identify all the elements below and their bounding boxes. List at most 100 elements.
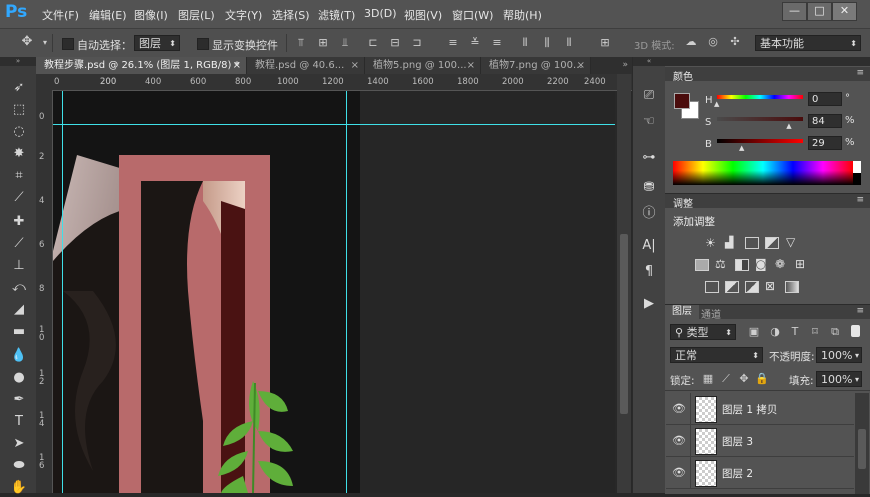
toolbar-collapse-icon[interactable]: » <box>0 57 36 66</box>
distribute-right-icon[interactable]: ⦀ <box>562 37 576 49</box>
history-brush-tool-icon[interactable]: ⤺ <box>9 279 29 297</box>
filter-adjustment-icon[interactable]: ◑ <box>768 326 782 338</box>
document-canvas[interactable] <box>53 91 360 494</box>
timeline-panel-icon[interactable]: ▶ <box>640 295 658 313</box>
filter-smart-object-icon[interactable]: ⧉ <box>828 326 842 338</box>
workspace-dropdown[interactable]: 基本功能 ⬍ <box>755 35 861 51</box>
clone-stamp-tool-icon[interactable]: ⊥ <box>9 257 29 275</box>
vibrance-icon[interactable]: ▽ <box>786 235 795 249</box>
3d-roll-icon[interactable]: ◎ <box>706 36 720 48</box>
tab-document-2[interactable]: 教程.psd @ 40.6... × <box>247 57 365 74</box>
align-left-icon[interactable]: ⊏ <box>366 37 380 49</box>
vertical-ruler[interactable]: 0 2 4 6 8 1 0 1 2 1 4 1 6 <box>36 90 53 493</box>
horizontal-ruler[interactable]: 200 0 200 400 600 800 1000 1200 1400 160… <box>52 74 632 91</box>
panel-menu-icon[interactable]: ≡ <box>856 195 864 205</box>
filter-shape-icon[interactable]: ⌑ <box>808 326 822 338</box>
dodge-tool-icon[interactable]: ● <box>9 369 29 387</box>
menu-layer[interactable]: 图层(L) <box>178 7 215 23</box>
tabs-overflow-icon[interactable]: » <box>592 57 632 74</box>
layer-row[interactable]: 👁 图层 1 拷贝 <box>666 393 854 425</box>
menu-select[interactable]: 选择(S) <box>272 7 310 23</box>
hand-tool-icon[interactable]: ✋ <box>9 479 29 497</box>
close-icon[interactable]: × <box>467 57 475 74</box>
exposure-icon[interactable] <box>765 237 779 249</box>
layer-row[interactable]: 👁 图层 3 <box>666 425 854 457</box>
s-slider-thumb[interactable]: ▲ <box>786 122 791 130</box>
history-panel-icon[interactable]: ⎚ <box>640 87 658 105</box>
layer-kind-filter[interactable]: ⚲ 类型 ⬍ <box>670 324 736 340</box>
paragraph-panel-icon[interactable]: ¶ <box>640 263 658 281</box>
path-selection-tool-icon[interactable]: ➤ <box>9 435 29 453</box>
distribute-left-icon[interactable]: ⦀ <box>518 37 532 49</box>
guide-horizontal[interactable] <box>53 124 615 125</box>
align-bottom-icon[interactable]: ⫫ <box>338 37 352 49</box>
ellipse-tool-icon[interactable]: ⬬ <box>9 457 29 475</box>
scrollbar-thumb[interactable] <box>858 429 866 469</box>
distribute-bottom-icon[interactable]: ≡ <box>490 37 504 49</box>
blur-tool-icon[interactable]: 💧 <box>9 347 29 365</box>
menu-3d[interactable]: 3D(D) <box>364 7 397 20</box>
menu-type[interactable]: 文字(Y) <box>225 7 262 23</box>
threshold-icon[interactable] <box>745 281 759 293</box>
tool-preset-dropdown-icon[interactable]: ▾ <box>38 37 52 49</box>
close-icon[interactable]: × <box>233 57 241 74</box>
align-top-icon[interactable]: ⫪ <box>294 37 308 49</box>
eye-icon[interactable]: 👁 <box>672 434 686 447</box>
color-balance-icon[interactable]: ⚖ <box>715 257 726 271</box>
gradient-tool-icon[interactable]: ▬ <box>9 323 29 341</box>
properties-panel-icon[interactable]: ⊶ <box>640 149 658 167</box>
blend-mode-dropdown[interactable]: 正常 ⬍ <box>670 347 763 363</box>
magic-wand-tool-icon[interactable]: ✸ <box>9 145 29 163</box>
levels-icon[interactable]: ▟ <box>725 236 733 249</box>
eye-icon[interactable]: 👁 <box>672 466 686 479</box>
close-icon[interactable]: × <box>577 57 585 74</box>
move-tool-icon[interactable]: ✥ <box>20 35 34 48</box>
h-slider[interactable] <box>717 95 803 99</box>
layer-name[interactable]: 图层 3 <box>722 434 753 449</box>
align-vcenter-icon[interactable]: ⊞ <box>316 37 330 49</box>
brush-presets-panel-icon[interactable]: ⛃ <box>640 179 658 197</box>
distribute-top-icon[interactable]: ≡ <box>446 37 460 49</box>
align-hcenter-icon[interactable]: ⊟ <box>388 37 402 49</box>
lock-transparent-icon[interactable]: ▦ <box>701 373 715 385</box>
guide-vertical[interactable] <box>62 91 63 493</box>
layer-name[interactable]: 图层 1 拷贝 <box>722 402 777 417</box>
h-slider-thumb[interactable]: ▲ <box>714 100 719 108</box>
black-swatch[interactable] <box>853 173 861 185</box>
menu-view[interactable]: 视图(V) <box>404 7 442 23</box>
s-slider[interactable] <box>717 117 803 121</box>
pen-tool-icon[interactable]: ✒ <box>9 391 29 409</box>
black-white-icon[interactable] <box>735 259 749 271</box>
align-right-icon[interactable]: ⊐ <box>410 37 424 49</box>
menu-help[interactable]: 帮助(H) <box>503 7 542 23</box>
b-slider-thumb[interactable]: ▲ <box>739 144 744 152</box>
h-value-input[interactable]: 0 <box>808 92 842 106</box>
minimize-button[interactable]: — <box>782 2 807 21</box>
panel-menu-icon[interactable]: ≡ <box>856 306 864 316</box>
b-value-input[interactable]: 29 <box>808 136 842 150</box>
3d-rotate-icon[interactable]: ☁ <box>684 36 698 48</box>
filter-type-icon[interactable]: T <box>788 326 802 338</box>
maximize-button[interactable]: □ <box>807 2 832 21</box>
b-slider[interactable] <box>717 139 803 143</box>
menu-filter[interactable]: 滤镜(T) <box>318 7 355 23</box>
menu-image[interactable]: 图像(I) <box>134 7 168 23</box>
fill-input[interactable]: 100% ▾ <box>816 371 862 387</box>
tab-document-4[interactable]: 植物7.png @ 100... × <box>481 57 591 74</box>
layer-row[interactable]: 👁 图层 2 <box>666 457 854 489</box>
crop-tool-icon[interactable]: ⌗ <box>9 167 29 185</box>
invert-icon[interactable] <box>705 281 719 293</box>
healing-brush-tool-icon[interactable]: ✚ <box>9 213 29 231</box>
eyedropper-tool-icon[interactable]: ⟋ <box>9 189 29 207</box>
scrollbar-thumb[interactable] <box>620 234 628 414</box>
selective-color-icon[interactable] <box>785 281 799 293</box>
color-spectrum-bar[interactable] <box>673 161 853 185</box>
gradient-map-icon[interactable]: ⊠ <box>765 279 775 293</box>
eraser-tool-icon[interactable]: ◢ <box>9 301 29 319</box>
distribute-vcenter-icon[interactable]: ≚ <box>468 37 482 49</box>
filter-toggle-icon[interactable] <box>851 325 860 337</box>
lock-position-icon[interactable]: ✥ <box>737 373 751 385</box>
tab-document-1[interactable]: 教程步骤.psd @ 26.1% (图层 1, RGB/8) * × <box>36 57 247 74</box>
actions-panel-icon[interactable]: ☜ <box>640 113 658 131</box>
foreground-color-swatch[interactable] <box>674 93 690 109</box>
